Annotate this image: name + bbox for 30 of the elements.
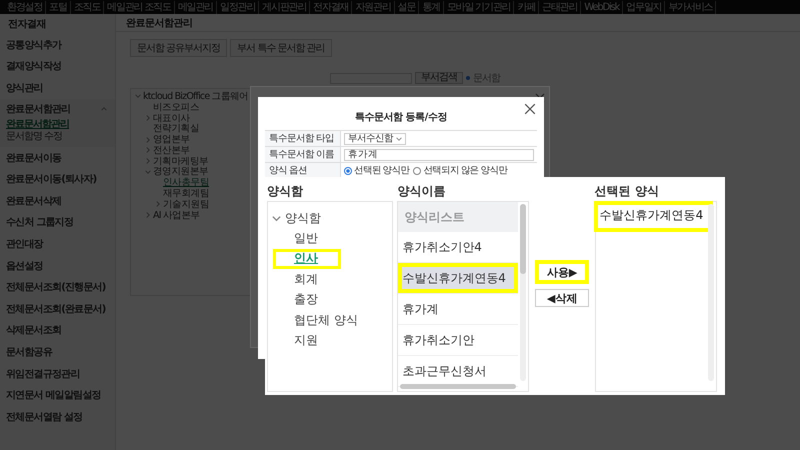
tree-item[interactable]: 지원 <box>273 330 341 351</box>
tree-item[interactable]: 협단체 양식 <box>273 310 381 330</box>
close-button[interactable] <box>524 103 536 115</box>
form-label: 특수문서함 타입 <box>265 131 341 147</box>
chevron-icon <box>272 214 281 222</box>
column-heading: 양식함 <box>267 182 304 200</box>
dropdown-caret-icon <box>396 136 402 142</box>
scrollbar[interactable] <box>708 204 714 381</box>
column-heading: 선택된 양식 <box>594 182 660 200</box>
tree-item[interactable]: 출장 <box>273 290 341 310</box>
move-button[interactable]: ◀삭제 <box>535 289 590 307</box>
radio-button[interactable] <box>413 166 422 174</box>
sidebar-title: 전자결재 <box>7 18 47 32</box>
list-header: 양식리스트 <box>398 202 518 232</box>
scrollbar-thumb[interactable] <box>520 204 526 274</box>
dialog-title: 특수문서함 등록/수정 <box>355 111 447 124</box>
column-heading: 양식이름 <box>397 182 446 200</box>
list-item[interactable]: 수발신휴가계연동4 <box>398 263 518 294</box>
form-label: 특수문서함 이름 <box>265 147 341 163</box>
radio-button[interactable] <box>344 166 352 174</box>
type-select[interactable]: 부서수신함 <box>344 132 406 144</box>
radio-label: 선택되지 않은 양식만 <box>423 164 508 177</box>
tree-item[interactable]: 회계 <box>273 269 341 290</box>
tree-item[interactable]: 인사 <box>273 248 341 269</box>
tree-item[interactable]: 일반 <box>273 228 341 248</box>
move-button[interactable]: 사용▶ <box>535 260 590 284</box>
scrollbar[interactable] <box>400 384 516 389</box>
name-input-field[interactable]: 휴가계 <box>344 148 534 160</box>
radio-label: 선택된 양식만 <box>354 164 410 177</box>
tree-root[interactable]: 양식함 <box>268 202 392 228</box>
